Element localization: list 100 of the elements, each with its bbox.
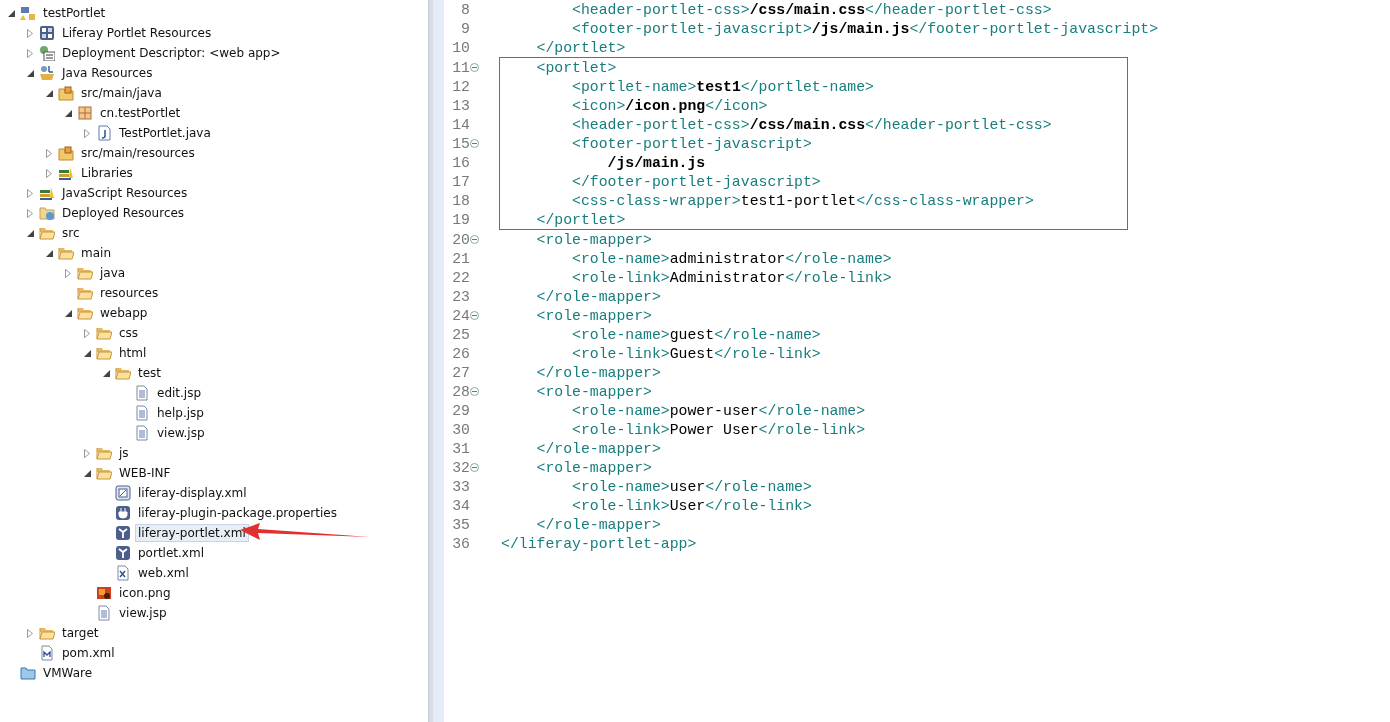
cube-icon (115, 525, 131, 541)
tree-item[interactable]: css (116, 324, 142, 342)
line-number: 35 (451, 516, 470, 533)
collapsed-toggle-icon[interactable] (27, 188, 33, 198)
line-number: 15 (451, 135, 470, 152)
tree-item[interactable]: view.jsp (154, 424, 208, 442)
code-line: </role-mapper> (535, 440, 661, 457)
line-number: 12 (451, 78, 470, 95)
expanded-toggle-icon[interactable] (7, 9, 15, 17)
expanded-toggle-icon[interactable] (83, 469, 91, 477)
fold-icon[interactable] (470, 387, 479, 396)
tree-item[interactable]: Java Resources (59, 64, 156, 82)
code-line: <role-mapper> (535, 459, 652, 476)
folder-icon (96, 325, 112, 341)
plug-icon (115, 505, 131, 521)
tree-item[interactable]: VMWare (40, 664, 96, 682)
code-line: <portlet> (535, 59, 617, 76)
tree-item[interactable]: help.jsp (154, 404, 207, 422)
line-number: 22 (451, 269, 470, 286)
line-number: 14 (451, 116, 470, 133)
collapsed-toggle-icon[interactable] (65, 268, 71, 278)
code-line: <role-name>user</role-name> (571, 478, 812, 495)
expanded-toggle-icon[interactable] (45, 89, 53, 97)
tree-item[interactable]: html (116, 344, 150, 362)
folder-icon (39, 225, 55, 241)
line-number: 32 (451, 459, 470, 476)
expanded-toggle-icon[interactable] (83, 349, 91, 357)
folder-icon (39, 625, 55, 641)
fold-icon[interactable] (470, 235, 479, 244)
line-number: 36 (451, 535, 470, 552)
tree-item[interactable]: testPortlet (40, 4, 109, 22)
line-number: 20 (451, 231, 470, 248)
expanded-toggle-icon[interactable] (45, 249, 53, 257)
tree-item[interactable]: web.xml (135, 564, 192, 582)
code-line: <header-portlet-css>/css/main.css</header-portlet-css> (571, 116, 1052, 133)
fold-icon[interactable] (470, 63, 479, 72)
code-line: <footer-portlet-javascript> (571, 135, 812, 152)
tree-item[interactable]: main (78, 244, 114, 262)
collapsed-toggle-icon[interactable] (27, 208, 33, 218)
collapsed-toggle-icon[interactable] (46, 168, 52, 178)
fold-icon[interactable] (470, 311, 479, 320)
display-file-icon (115, 485, 131, 501)
tree-item[interactable]: js (116, 444, 132, 462)
fold-icon[interactable] (470, 463, 479, 472)
folder-icon (77, 305, 93, 321)
tree-item[interactable]: pom.xml (59, 644, 118, 662)
line-number: 19 (451, 211, 470, 228)
tree-item[interactable]: Liferay Portlet Resources (59, 24, 215, 42)
line-number: 9 (460, 20, 470, 37)
tree-item[interactable]: target (59, 624, 102, 642)
text-file-icon (96, 605, 112, 621)
folder-icon (20, 665, 36, 681)
line-number: 24 (451, 307, 470, 324)
code-line: <footer-portlet-javascript>/js/main.js</footer-portlet-javascript> (571, 20, 1159, 37)
line-number: 34 (451, 497, 470, 514)
cube-icon (115, 545, 131, 561)
tree-item[interactable]: view.jsp (116, 604, 170, 622)
code-line: </portlet> (535, 211, 626, 228)
tree-item[interactable]: liferay-display.xml (135, 484, 250, 502)
tree-item[interactable]: icon.png (116, 584, 174, 602)
tree-item[interactable]: liferay-plugin-package.properties (135, 504, 340, 522)
code-line: <header-portlet-css>/css/main.css</header-portlet-css> (571, 1, 1052, 18)
line-number: 8 (460, 1, 470, 18)
collapsed-toggle-icon[interactable] (84, 128, 90, 138)
tree-item[interactable]: src (59, 224, 83, 242)
code-line: <role-mapper> (535, 383, 652, 400)
code-line: <role-link>Guest</role-link> (571, 345, 821, 362)
tree-item[interactable]: src/main/java (78, 84, 165, 102)
expanded-toggle-icon[interactable] (64, 109, 72, 117)
tree-item[interactable]: JavaScript Resources (59, 184, 191, 202)
line-number: 29 (451, 402, 470, 419)
tree-item[interactable]: webapp (97, 304, 151, 322)
tree-item[interactable]: WEB-INF (116, 464, 174, 482)
fold-icon[interactable] (470, 139, 479, 148)
expanded-toggle-icon[interactable] (64, 309, 72, 317)
tree-item[interactable]: src/main/resources (78, 144, 198, 162)
tree-item[interactable]: edit.jsp (154, 384, 205, 402)
tree-item[interactable]: TestPortlet.java (116, 124, 214, 142)
collapsed-toggle-icon[interactable] (27, 48, 33, 58)
line-number: 28 (451, 383, 470, 400)
xml-file-icon (115, 565, 131, 581)
collapsed-toggle-icon[interactable] (27, 28, 33, 38)
collapsed-toggle-icon[interactable] (27, 628, 33, 638)
collapsed-toggle-icon[interactable] (84, 448, 90, 458)
tree-item[interactable]: portlet.xml (135, 544, 207, 562)
tree-item[interactable]: resources (97, 284, 162, 302)
tree-item[interactable]: Deployment Descriptor: <web app> (59, 44, 284, 62)
expanded-toggle-icon[interactable] (26, 69, 34, 77)
expanded-toggle-icon[interactable] (102, 369, 110, 377)
expanded-toggle-icon[interactable] (26, 229, 34, 237)
tree-item[interactable]: java (97, 264, 129, 282)
collapsed-toggle-icon[interactable] (46, 148, 52, 158)
tree-item[interactable]: Libraries (78, 164, 136, 182)
tree-item[interactable]: Deployed Resources (59, 204, 188, 222)
tree-item[interactable]: liferay-portlet.xml (135, 524, 249, 542)
collapsed-toggle-icon[interactable] (84, 328, 90, 338)
tree-item[interactable]: cn.testPortlet (97, 104, 184, 122)
line-number: 23 (451, 288, 470, 305)
line-number: 25 (451, 326, 470, 343)
tree-item[interactable]: test (135, 364, 165, 382)
